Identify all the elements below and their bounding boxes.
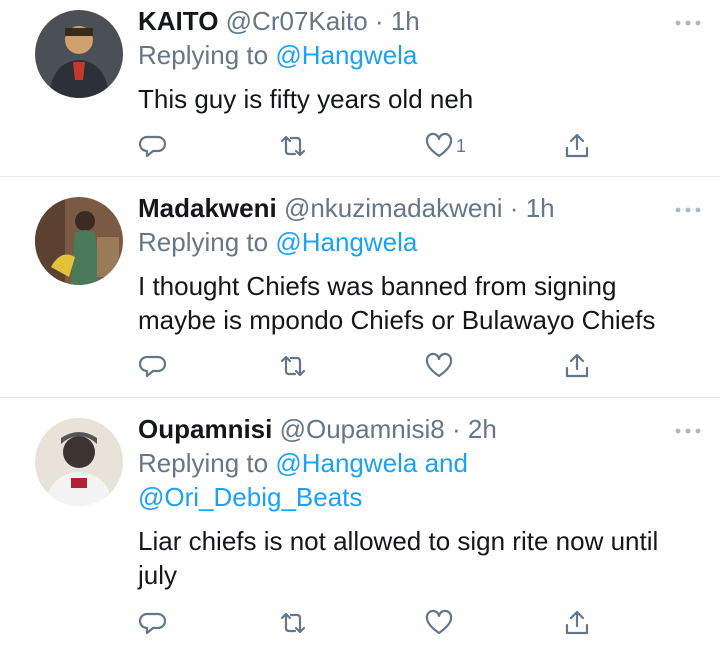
heart-icon <box>425 609 453 635</box>
mention-link[interactable]: @Hangwela <box>275 227 417 257</box>
share-icon <box>565 610 589 635</box>
retweet-icon <box>280 135 306 157</box>
heart-icon <box>425 132 453 158</box>
timestamp[interactable]: 2h <box>468 414 497 444</box>
more-icon[interactable] <box>674 18 702 28</box>
tweet-text-line: I thought Chiefs was banned from signing <box>138 271 617 301</box>
replying-and: and <box>424 448 468 478</box>
avatar[interactable] <box>35 197 123 285</box>
reply-icon <box>138 612 167 635</box>
like-button[interactable] <box>424 606 454 640</box>
mention-link[interactable]: @Hangwela <box>275 40 417 70</box>
tweet-1[interactable]: KAITO @Cr07Kaito · 1h Replying to @Hangw… <box>0 0 720 177</box>
replying-prefix: Replying to <box>138 227 269 257</box>
heart-icon <box>425 352 453 378</box>
tweet-header: KAITO @Cr07Kaito · 1h <box>138 4 690 38</box>
display-name[interactable]: Oupamnisi <box>138 414 272 444</box>
mention-link[interactable]: @Hangwela <box>275 448 417 478</box>
retweet-icon <box>280 612 306 634</box>
replying-to: Replying to @Hangwela and <box>138 446 690 480</box>
separator-dot: · <box>374 6 384 36</box>
tweet-text: I thought Chiefs was banned from signing… <box>138 269 690 337</box>
tweet-actions <box>138 606 598 640</box>
mention-link[interactable]: @Ori_Debig_Beats <box>138 482 362 512</box>
share-button[interactable] <box>562 129 592 163</box>
timestamp[interactable]: 1h <box>526 193 555 223</box>
user-handle[interactable]: @Cr07Kaito <box>226 6 368 36</box>
tweet-text-line: Liar chiefs is not allowed to sign rite … <box>138 526 659 556</box>
replying-prefix: Replying to <box>138 40 269 70</box>
display-name[interactable]: KAITO <box>138 6 218 36</box>
tweet-header: Madakweni @nkuzimadakweni · 1h <box>138 191 690 225</box>
tweet-actions <box>138 349 598 383</box>
tweet-text: Liar chiefs is not allowed to sign rite … <box>138 524 690 592</box>
share-icon <box>565 133 589 158</box>
tweet-2[interactable]: Madakweni @nkuzimadakweni · 1h Replying … <box>0 177 720 398</box>
separator-dot: · <box>451 414 461 444</box>
user-handle[interactable]: @nkuzimadakweni <box>284 193 503 223</box>
tweet-header: Oupamnisi @Oupamnisi8 · 2h <box>138 412 690 446</box>
like-count: 1 <box>456 135 467 156</box>
retweet-button[interactable] <box>278 349 308 383</box>
tweet-text-line: july <box>138 560 178 590</box>
reply-icon <box>138 355 167 378</box>
replying-to-line2: @Ori_Debig_Beats <box>138 480 690 514</box>
display-name[interactable]: Madakweni <box>138 193 277 223</box>
reply-button[interactable] <box>138 349 168 383</box>
replying-to: Replying to @Hangwela <box>138 225 690 259</box>
replying-to: Replying to @Hangwela <box>138 38 690 72</box>
tweet-actions: 1 <box>138 129 598 163</box>
tweet-text: This guy is fifty years old neh <box>138 84 474 114</box>
tweet-3[interactable]: Oupamnisi @Oupamnisi8 · 2h Replying to @… <box>0 398 720 656</box>
retweet-button[interactable] <box>278 606 308 640</box>
like-button[interactable]: 1 <box>424 129 466 163</box>
share-button[interactable] <box>562 606 592 640</box>
like-button[interactable] <box>424 349 454 383</box>
retweet-icon <box>280 355 306 377</box>
reply-icon <box>138 135 167 158</box>
tweet-text-line: maybe is mpondo Chiefs or Bulawayo Chief… <box>138 305 656 335</box>
avatar[interactable] <box>35 418 123 506</box>
share-icon <box>565 353 589 378</box>
more-icon[interactable] <box>674 205 702 215</box>
reply-button[interactable] <box>138 129 168 163</box>
share-button[interactable] <box>562 349 592 383</box>
replying-prefix: Replying to <box>138 448 269 478</box>
reply-button[interactable] <box>138 606 168 640</box>
timestamp[interactable]: 1h <box>391 6 420 36</box>
user-handle[interactable]: @Oupamnisi8 <box>280 414 445 444</box>
avatar[interactable] <box>35 10 123 98</box>
retweet-button[interactable] <box>278 129 308 163</box>
more-icon[interactable] <box>674 426 702 436</box>
separator-dot: · <box>509 193 519 223</box>
